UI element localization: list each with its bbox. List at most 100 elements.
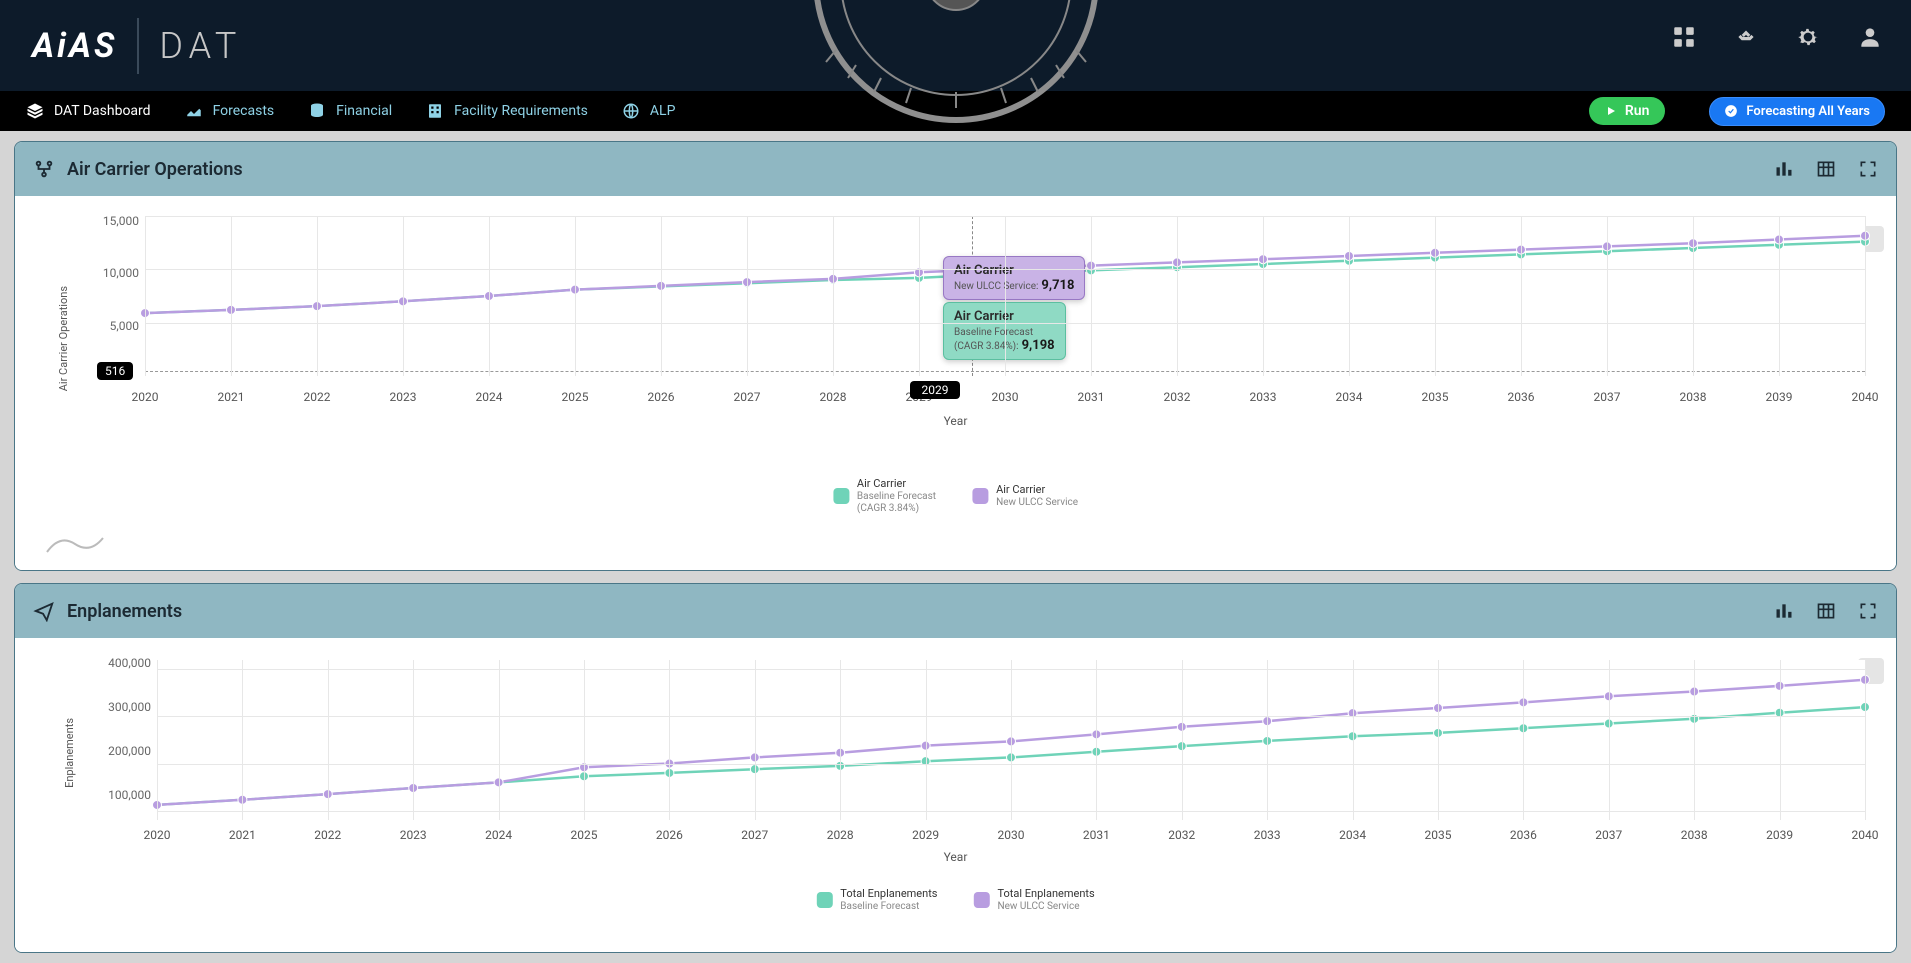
x-tick: 2035 bbox=[1422, 390, 1449, 404]
nav-forecasts-label: Forecasts bbox=[213, 103, 275, 119]
x-tick: 2040 bbox=[1852, 390, 1879, 404]
chart-navigator[interactable] bbox=[45, 530, 105, 556]
legend-swatch bbox=[974, 892, 990, 908]
y-tick: 15,000 bbox=[79, 214, 139, 228]
x-tick: 2036 bbox=[1508, 390, 1535, 404]
table-icon[interactable] bbox=[1816, 601, 1836, 621]
legend-swatch bbox=[816, 892, 832, 908]
x-tick: 2037 bbox=[1594, 390, 1621, 404]
main-nav: DAT Dashboard Forecasts Financial Facili… bbox=[0, 91, 1911, 131]
nav-financial[interactable]: Financial bbox=[308, 102, 392, 120]
nav-alp-label: ALP bbox=[650, 103, 676, 119]
y-tick: 10,000 bbox=[79, 266, 139, 280]
x-tick: 2039 bbox=[1766, 828, 1793, 842]
nav-forecasts[interactable]: Forecasts bbox=[185, 102, 275, 120]
x-tick: 2037 bbox=[1595, 828, 1622, 842]
nodes-icon bbox=[33, 158, 55, 180]
expand-icon[interactable] bbox=[1858, 601, 1878, 621]
panel-title: Air Carrier Operations bbox=[67, 159, 1752, 180]
expand-icon[interactable] bbox=[1858, 159, 1878, 179]
user-icon[interactable] bbox=[1857, 24, 1883, 50]
bar-chart-icon[interactable] bbox=[1774, 159, 1794, 179]
globe-icon bbox=[622, 102, 640, 120]
nav-dashboard[interactable]: DAT Dashboard bbox=[26, 102, 151, 120]
x-tick: 2032 bbox=[1164, 390, 1191, 404]
x-tick: 2028 bbox=[827, 828, 854, 842]
x-tick: 2027 bbox=[734, 390, 761, 404]
forecast-all-button[interactable]: Forecasting All Years bbox=[1709, 97, 1885, 126]
x-tick: 2022 bbox=[314, 828, 341, 842]
x-tick: 2038 bbox=[1681, 828, 1708, 842]
legend-label: Air Carrier bbox=[857, 478, 936, 491]
tooltip-title: Air Carrier bbox=[954, 263, 1074, 278]
logo-divider bbox=[137, 18, 139, 74]
x-axis-label: Year bbox=[944, 414, 968, 428]
panel-enplanements: Enplanements Enplanements 400,000 300,00… bbox=[14, 583, 1897, 953]
building-icon bbox=[426, 102, 444, 120]
nav-dashboard-label: DAT Dashboard bbox=[54, 103, 151, 119]
send-icon bbox=[33, 600, 55, 622]
panel-header: Enplanements bbox=[15, 584, 1896, 638]
x-tick: 2034 bbox=[1339, 828, 1366, 842]
y-tick: 5,000 bbox=[79, 319, 139, 333]
legend-item-ulcc[interactable]: Total Enplanements New ULCC Service bbox=[974, 888, 1095, 912]
x-tick: 2035 bbox=[1425, 828, 1452, 842]
header-toolbar bbox=[1671, 24, 1883, 50]
x-tick: 2024 bbox=[476, 390, 503, 404]
check-circle-icon bbox=[1724, 104, 1738, 118]
x-tick: 2024 bbox=[485, 828, 512, 842]
panel-body: Enplanements 400,000 300,000 200,000 100… bbox=[15, 638, 1896, 953]
x-tick: 2023 bbox=[390, 390, 417, 404]
x-tick: 2020 bbox=[144, 828, 171, 842]
play-icon bbox=[1605, 105, 1617, 117]
y-tick: 200,000 bbox=[91, 744, 151, 758]
legend-item-ulcc[interactable]: Air Carrier New ULCC Service bbox=[972, 478, 1078, 514]
legend-item-baseline[interactable]: Air Carrier Baseline Forecast (CAGR 3.84… bbox=[833, 478, 936, 514]
x-tick: 2030 bbox=[998, 828, 1025, 842]
x-tick: 2030 bbox=[992, 390, 1019, 404]
apps-icon[interactable] bbox=[1671, 24, 1697, 50]
x-tick: 2031 bbox=[1078, 390, 1105, 404]
panel-title: Enplanements bbox=[67, 601, 1752, 622]
y-tick: 300,000 bbox=[91, 700, 151, 714]
gear-icon[interactable] bbox=[1795, 24, 1821, 50]
logo-left: AiAS bbox=[32, 26, 117, 66]
handshake-icon[interactable] bbox=[1733, 24, 1759, 50]
x-tick: 2028 bbox=[820, 390, 847, 404]
x-tick: 2038 bbox=[1680, 390, 1707, 404]
legend-label: Total Enplanements bbox=[998, 888, 1095, 901]
run-label: Run bbox=[1625, 103, 1650, 119]
legend-swatch bbox=[972, 488, 988, 504]
tooltip-sub: Baseline Forecast bbox=[954, 327, 1033, 338]
nav-alp[interactable]: ALP bbox=[622, 102, 676, 120]
bar-chart-icon[interactable] bbox=[1774, 601, 1794, 621]
x-tick: 2023 bbox=[400, 828, 427, 842]
nav-facility-label: Facility Requirements bbox=[454, 103, 588, 119]
x-tick: 2029 bbox=[912, 828, 939, 842]
legend-item-baseline[interactable]: Total Enplanements Baseline Forecast bbox=[816, 888, 937, 912]
layers-icon bbox=[26, 102, 44, 120]
tooltip-value: 9,718 bbox=[1041, 278, 1074, 293]
nav-financial-label: Financial bbox=[336, 103, 392, 119]
legend-label: Air Carrier bbox=[996, 484, 1078, 497]
table-icon[interactable] bbox=[1816, 159, 1836, 179]
y-tick: 100,000 bbox=[91, 788, 151, 802]
y-tick: 400,000 bbox=[91, 656, 151, 670]
x-tick: 2021 bbox=[229, 828, 256, 842]
x-tick: 2025 bbox=[571, 828, 598, 842]
app-header: AiAS DAT bbox=[0, 0, 1911, 91]
x-tick: 2021 bbox=[218, 390, 245, 404]
database-icon bbox=[308, 102, 326, 120]
y-axis-label: Enplanements bbox=[63, 718, 76, 788]
legend-label: Total Enplanements bbox=[840, 888, 937, 901]
hover-year-tag: 2029 bbox=[910, 381, 960, 399]
x-tick: 2032 bbox=[1168, 828, 1195, 842]
x-tick: 2034 bbox=[1336, 390, 1363, 404]
nav-facility[interactable]: Facility Requirements bbox=[426, 102, 588, 120]
x-tick: 2039 bbox=[1766, 390, 1793, 404]
tooltip-sub2: (CAGR 3.84%): bbox=[954, 341, 1019, 352]
tooltip-ulcc: Air Carrier New ULCC Service: 9,718 bbox=[943, 256, 1085, 300]
legend-sub: New ULCC Service bbox=[998, 901, 1095, 913]
run-button[interactable]: Run bbox=[1589, 97, 1666, 125]
logo-right: DAT bbox=[159, 25, 242, 67]
